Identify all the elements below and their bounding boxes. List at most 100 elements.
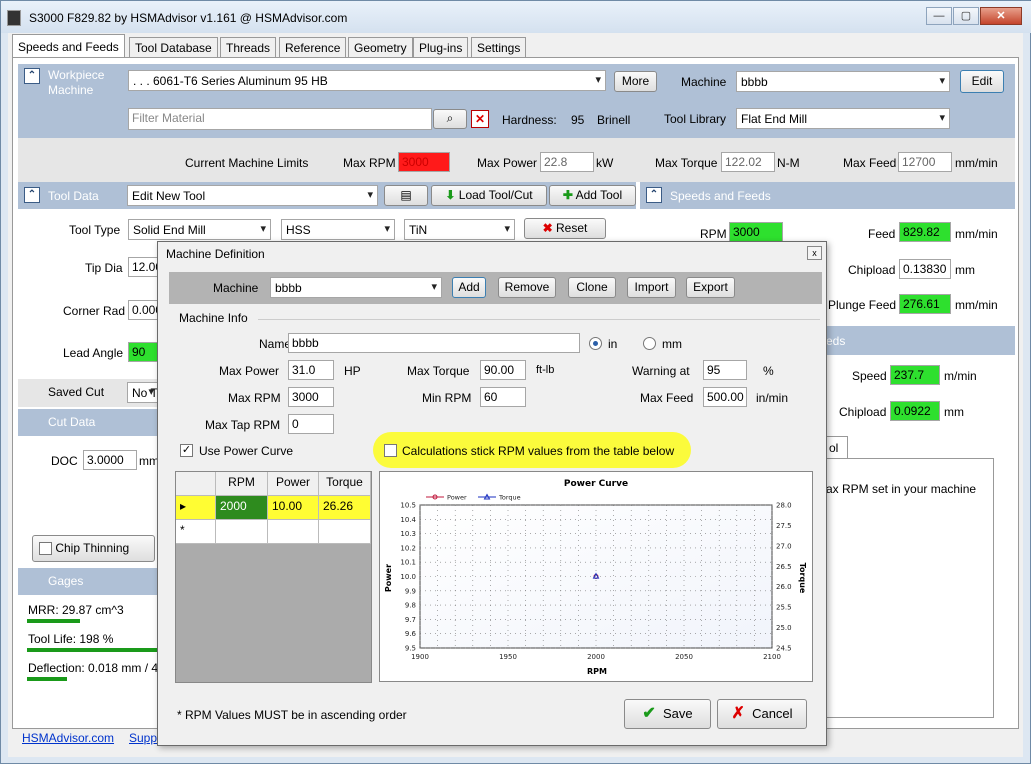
tab-speeds-and-feeds[interactable]: Speeds and Feeds xyxy=(12,34,125,58)
search-button[interactable]: ⌕ xyxy=(433,109,467,129)
max-feed-unit: mm/min xyxy=(955,156,998,170)
tool-coating-select[interactable]: TiN xyxy=(404,219,515,240)
warning-at-input[interactable]: 95 xyxy=(703,360,747,380)
tool-life-text: Tool Life: 198 % xyxy=(28,632,114,646)
hsmadvisor-link[interactable]: HSMAdvisor.com xyxy=(22,731,114,745)
tool-select[interactable]: Edit New Tool xyxy=(127,185,378,206)
max-torque-field: 122.02 xyxy=(721,152,775,172)
collapse-workpiece-button[interactable]: ⌃ xyxy=(24,68,40,84)
dialog-remove-button[interactable]: Remove xyxy=(498,277,556,298)
new-row-torque[interactable] xyxy=(319,520,371,544)
add-tool-label: Add Tool xyxy=(575,188,623,202)
new-row-power[interactable] xyxy=(268,520,319,544)
unit-mm-label: mm xyxy=(662,337,682,351)
clear-filter-button[interactable]: ✕ xyxy=(471,110,489,128)
save-button[interactable]: ✔ Save xyxy=(624,699,711,729)
more-button[interactable]: More xyxy=(614,71,657,92)
support-link[interactable]: Supp xyxy=(129,731,157,745)
dialog-title: Machine Definition xyxy=(166,247,265,261)
dialog-close-button[interactable]: x xyxy=(807,246,822,260)
grid-cell-power[interactable]: 10.00 xyxy=(268,496,319,520)
cancel-x-icon: ✗ xyxy=(731,705,745,722)
edit-machine-button[interactable]: Edit xyxy=(960,70,1004,93)
tab-plug-ins[interactable]: Plug-ins xyxy=(413,37,469,58)
tool-material-select[interactable]: HSS xyxy=(281,219,395,240)
checkmark-icon: ✔ xyxy=(642,705,656,722)
dlg-max-feed-input[interactable]: 500.00 xyxy=(703,387,747,407)
collapse-speeds-button[interactable]: ⌃ xyxy=(646,187,662,203)
chip-thinning-button[interactable]: Chip Thinning xyxy=(32,535,155,562)
chart-y-label: Power xyxy=(384,564,393,592)
tool-type-label: Tool Type xyxy=(69,223,121,237)
unit-mm-radio[interactable] xyxy=(643,337,656,350)
grid-cell-rpm[interactable]: 2000 xyxy=(216,496,268,520)
search-icon: ⌕ xyxy=(446,111,454,125)
close-button[interactable]: ✕ xyxy=(980,7,1022,25)
feed-field[interactable]: 829.82 xyxy=(899,222,951,242)
doc-field[interactable]: 3.0000 xyxy=(83,450,137,470)
collapse-tool-data-button[interactable]: ⌃ xyxy=(24,187,40,203)
speed-field[interactable]: 237.7 xyxy=(890,365,940,385)
tip-dia-field[interactable]: 12.00 xyxy=(128,257,160,277)
chipload-field[interactable]: 0.13830 xyxy=(899,259,951,279)
tool-type-select[interactable]: Solid End Mill xyxy=(128,219,271,240)
chipload-label: Chipload xyxy=(848,263,896,277)
app-icon xyxy=(7,10,21,26)
dialog-export-button[interactable]: Export xyxy=(686,277,735,298)
notes-panel xyxy=(826,458,994,718)
plunge-feed-field[interactable]: 276.61 xyxy=(899,294,951,314)
maximize-button[interactable]: ▢ xyxy=(953,7,979,25)
tab-settings[interactable]: Settings xyxy=(471,37,527,58)
new-row-selector[interactable]: * xyxy=(176,520,216,544)
max-tap-rpm-input[interactable]: 0 xyxy=(288,414,334,434)
add-tool-button[interactable]: ✚ Add Tool xyxy=(549,185,636,206)
tool-library-select[interactable]: Flat End Mill xyxy=(736,108,950,129)
tool-image-button[interactable]: ▤ xyxy=(384,185,428,206)
feed-label: Feed xyxy=(868,227,896,241)
use-power-curve-label: Use Power Curve xyxy=(199,444,294,458)
saved-cut-select[interactable]: No T xyxy=(127,382,159,403)
y-tick-label: 9.6 xyxy=(405,630,417,638)
plus-icon: ✚ xyxy=(562,188,573,202)
dialog-add-button[interactable]: Add xyxy=(452,277,486,298)
unit-in-radio[interactable] xyxy=(589,337,602,350)
dialog-clone-button[interactable]: Clone xyxy=(568,277,616,298)
chip-thinning-checkbox[interactable] xyxy=(39,542,52,556)
machine-info-divider xyxy=(258,319,820,320)
y2-tick-label: 25.0 xyxy=(776,624,792,632)
filter-material-input[interactable]: Filter Material xyxy=(128,108,432,130)
stick-rpm-checkbox[interactable] xyxy=(384,444,397,457)
material-select[interactable]: . . . 6061-T6 Series Aluminum 95 HB xyxy=(128,70,606,91)
new-row-rpm[interactable] xyxy=(216,520,268,544)
corner-rad-field[interactable]: 0.000 xyxy=(128,300,160,320)
load-tool-button[interactable]: ⬇ Load Tool/Cut xyxy=(431,185,547,206)
window-title: S3000 F829.82 by HSMAdvisor v1.161 @ HSM… xyxy=(29,11,348,25)
tab-reference[interactable]: Reference xyxy=(279,37,347,58)
y-tick-label: 10.0 xyxy=(400,573,416,581)
tab-geometry[interactable]: Geometry xyxy=(348,37,413,58)
tab-tool-database[interactable]: Tool Database xyxy=(129,37,218,58)
y-tick-label: 10.1 xyxy=(400,559,416,567)
grid-cell-torque[interactable]: 26.26 xyxy=(319,496,371,520)
machine-name-input[interactable]: bbbb xyxy=(288,333,580,353)
reset-button[interactable]: ✖ Reset xyxy=(524,218,606,239)
mrr-text: MRR: 29.87 cm^3 xyxy=(28,603,124,617)
dialog-machine-select[interactable]: bbbb xyxy=(270,277,442,298)
dlg-max-torque-input[interactable]: 90.00 xyxy=(480,360,526,380)
use-power-curve-checkbox[interactable]: ✓ xyxy=(180,444,193,457)
power-curve-chart: Power Curve RPM Power Torque 1900 1950 200… xyxy=(379,471,813,682)
row-selector[interactable]: ▸ xyxy=(176,496,216,520)
dlg-min-rpm-input[interactable]: 60 xyxy=(480,387,526,407)
dialog-import-button[interactable]: Import xyxy=(627,277,676,298)
cancel-button[interactable]: ✗ Cancel xyxy=(717,699,807,729)
tab-tool-notes[interactable]: ol xyxy=(826,436,848,458)
dlg-max-power-input[interactable]: 31.0 xyxy=(288,360,334,380)
lead-angle-field[interactable]: 90 xyxy=(128,342,160,362)
rpm-field[interactable]: 3000 xyxy=(729,222,783,242)
chipload2-field[interactable]: 0.0922 xyxy=(890,401,940,421)
dlg-max-rpm-input[interactable]: 3000 xyxy=(288,387,334,407)
machine-select[interactable]: bbbb xyxy=(736,71,950,92)
y2-tick-label: 26.0 xyxy=(776,583,792,591)
minimize-button[interactable]: — xyxy=(926,7,952,25)
tab-threads[interactable]: Threads xyxy=(220,37,277,58)
